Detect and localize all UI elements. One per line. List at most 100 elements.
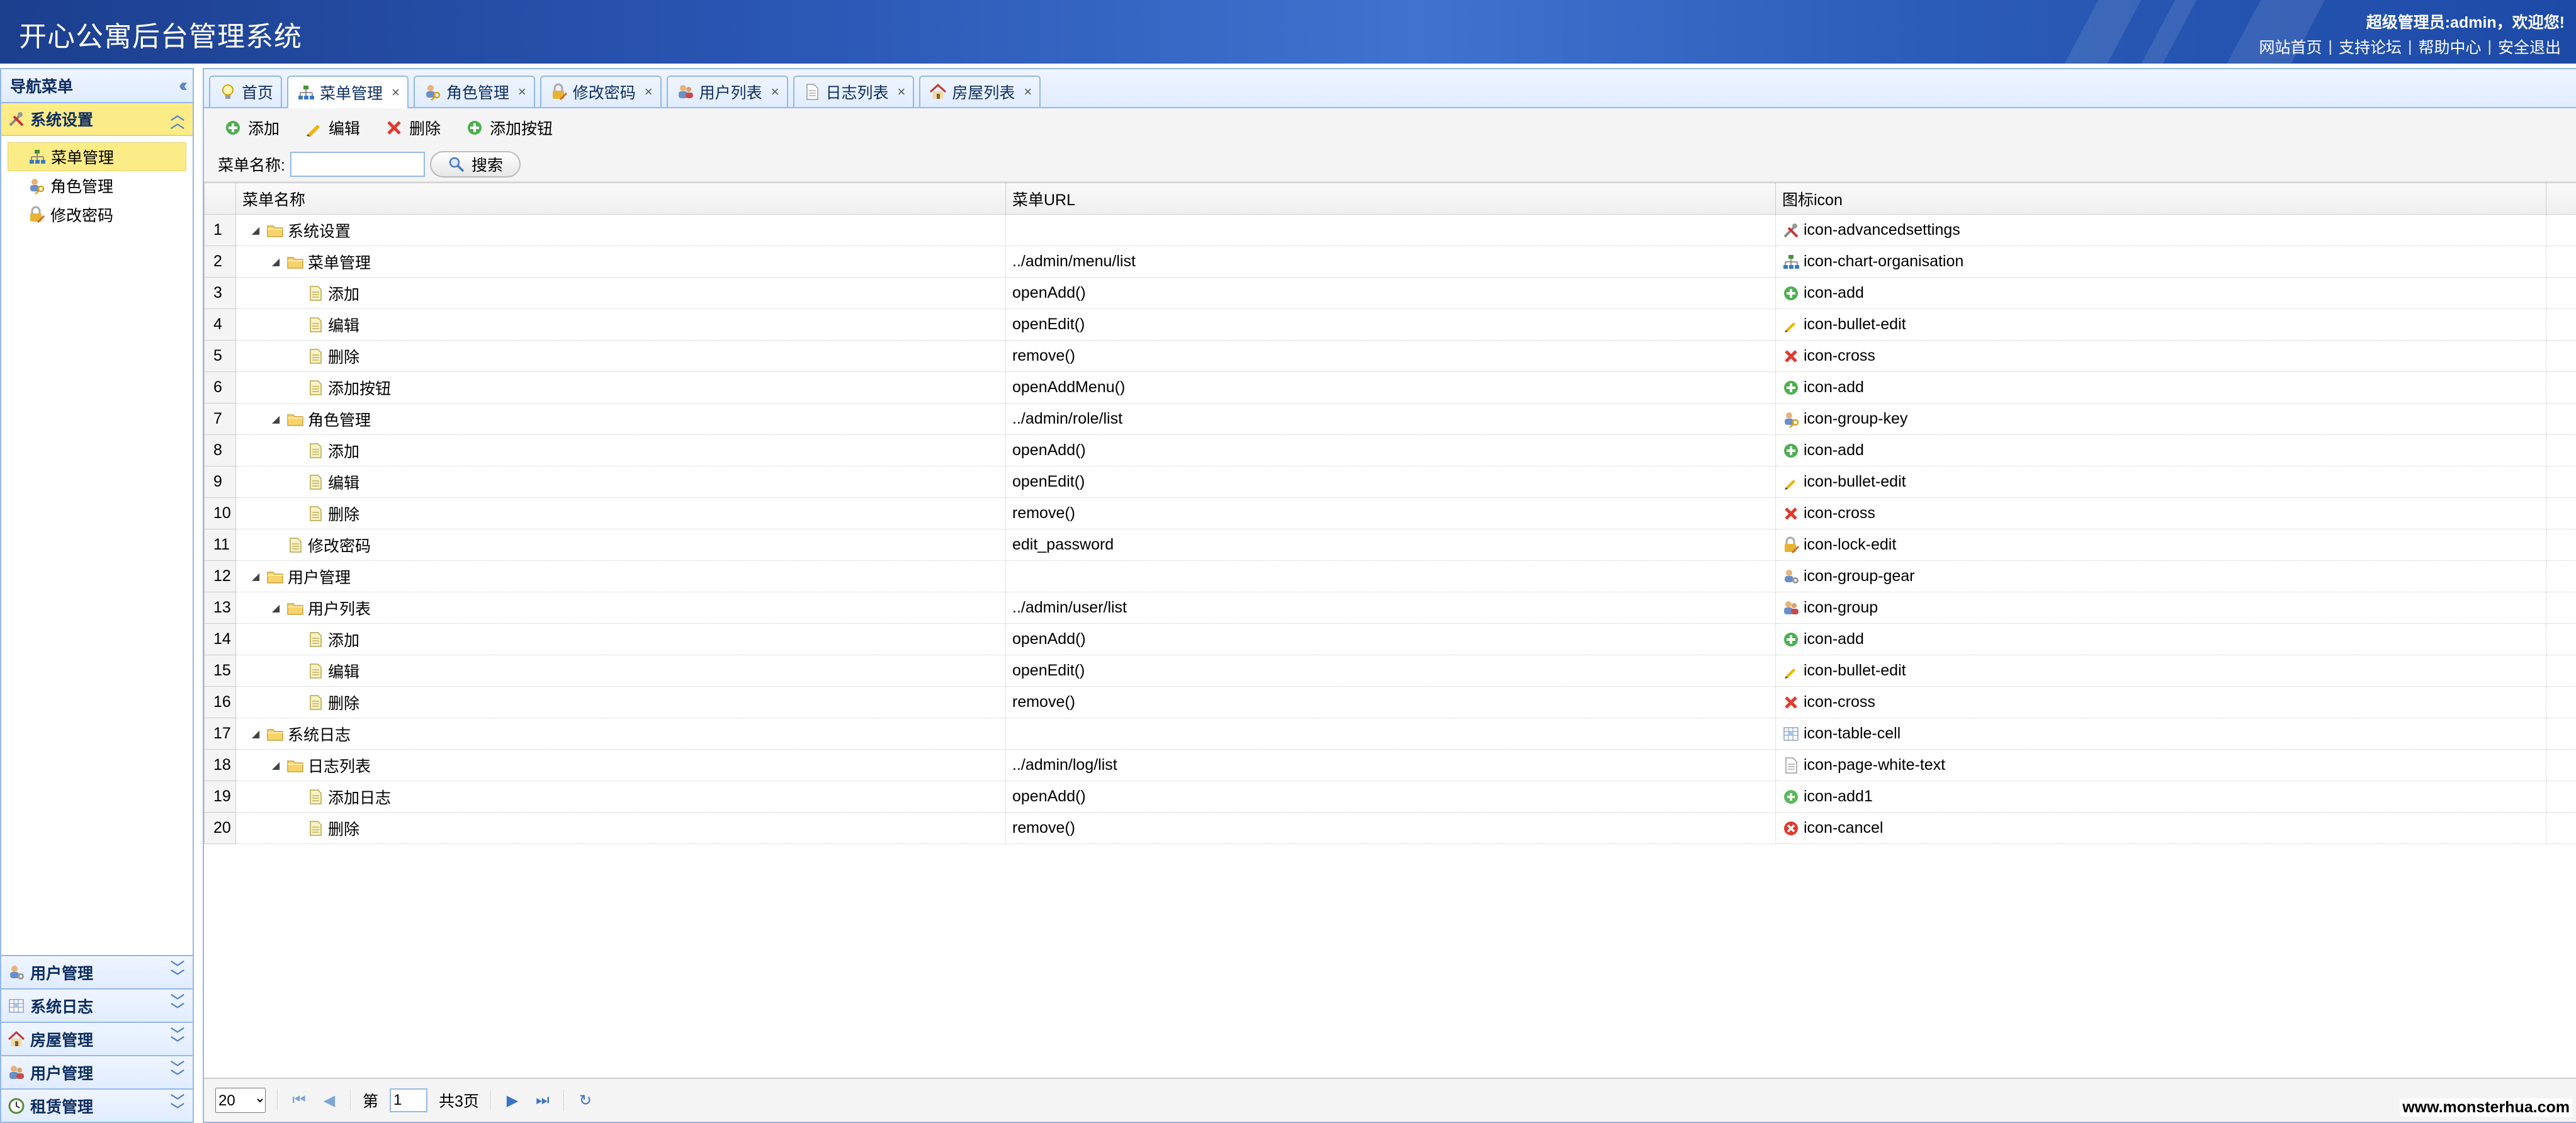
advancedsettings-icon: [1782, 222, 1800, 239]
chevron-up-icon[interactable]: ︿ ︿: [170, 108, 185, 130]
table-row[interactable]: 13 ◢ 用户列表 ../admin/user/list icon-group: [204, 592, 2576, 624]
clock-icon: [8, 1097, 25, 1115]
tab-change-password[interactable]: 修改密码 ×: [539, 76, 662, 107]
table-row[interactable]: 2 ◢ 菜单管理 ../admin/menu/list icon-chart-organ…: [204, 245, 2576, 278]
sidebar-group-system-settings[interactable]: 系统设置 ︿ ︿: [1, 103, 193, 136]
table-row[interactable]: 5 删除 remove() icon-cross: [204, 340, 2576, 372]
sidebar-item-role-management[interactable]: 角色管理: [8, 171, 186, 200]
chevron-down-icon[interactable]: ﹀ ﹀: [170, 1095, 185, 1117]
table-row[interactable]: 9 编辑 openEdit() icon-bullet-edit: [204, 466, 2576, 498]
table-row[interactable]: 6 添加按钮 openAddMenu() icon-add: [204, 371, 2576, 403]
table-row[interactable]: 17 ◢ 系统日志 icon-table-cell: [204, 718, 2576, 750]
refresh-icon[interactable]: ↻: [576, 1092, 595, 1110]
table-row[interactable]: 18 ◢ 日志列表 ../admin/log/list icon-page-white-…: [204, 749, 2576, 781]
column-header-menu-name[interactable]: 菜单名称: [235, 183, 1006, 215]
delete-button[interactable]: 删除: [385, 116, 441, 139]
table-row[interactable]: 12 ◢ 用户管理 icon-group-gear: [204, 560, 2576, 592]
row-number: 11: [204, 529, 236, 561]
tree-expand-icon[interactable]: ◢: [249, 570, 263, 583]
tab-house-list[interactable]: 房屋列表 ×: [919, 76, 1041, 107]
table-row[interactable]: 10 删除 remove() icon-cross: [204, 497, 2576, 529]
link-help-center[interactable]: 帮助中心: [2412, 35, 2487, 58]
row-number: 15: [204, 655, 236, 687]
edit-button[interactable]: 编辑: [305, 116, 360, 139]
last-page-icon[interactable]: ⏭: [533, 1092, 552, 1109]
close-icon[interactable]: ×: [392, 84, 400, 101]
sidebar-group-user-management[interactable]: 用户管理 ﹀ ﹀: [1, 955, 193, 988]
sidebar-group-house-management[interactable]: 房屋管理 ﹀ ﹀: [1, 1022, 193, 1055]
tree-expand-icon[interactable]: ◢: [269, 602, 283, 614]
close-icon[interactable]: ×: [645, 84, 653, 100]
current-page-input[interactable]: [390, 1088, 428, 1112]
cross-icon: [1782, 694, 1800, 711]
link-logout[interactable]: 安全退出: [2492, 35, 2567, 58]
menu-icon-name: icon-advancedsettings: [1804, 221, 1960, 239]
sidebar-item-change-password[interactable]: 修改密码: [8, 200, 186, 229]
table-row[interactable]: 3 添加 openAdd() icon-add: [204, 277, 2576, 309]
tab-home[interactable]: 首页: [209, 76, 283, 107]
chevron-down-icon[interactable]: ﹀ ﹀: [170, 961, 185, 984]
tree-expand-icon[interactable]: ◢: [269, 413, 283, 426]
tab-label: 房屋列表: [952, 84, 1015, 102]
search-label: 菜单名称:: [218, 157, 285, 174]
table-row[interactable]: 11 修改密码 edit_password icon-lock-edit: [204, 529, 2576, 561]
table-row[interactable]: 20 删除 remove() icon-cancel: [204, 812, 2576, 844]
first-page-icon[interactable]: ⏮: [290, 1092, 308, 1109]
add-button[interactable]: 添加: [224, 116, 280, 139]
add-menu-button[interactable]: 添加按钮: [466, 116, 553, 139]
folder-icon: [266, 725, 284, 743]
sidebar-group-system-log[interactable]: 系统日志 ﹀ ﹀: [1, 988, 193, 1022]
delete-button-label: 删除: [409, 120, 441, 138]
close-icon[interactable]: ×: [898, 84, 906, 100]
row-number: 12: [204, 560, 236, 592]
table-row[interactable]: 4 编辑 openEdit() icon-bullet-edit: [204, 308, 2576, 341]
close-icon[interactable]: ×: [1024, 84, 1032, 100]
close-icon[interactable]: ×: [771, 84, 779, 100]
table-row[interactable]: 19 添加日志 openAdd() icon-add1: [204, 781, 2576, 813]
sidebar-item-label: 菜单管理: [51, 149, 115, 167]
table-row[interactable]: 15 编辑 openEdit() icon-bullet-edit: [204, 655, 2576, 687]
menu-name: 编辑: [328, 663, 360, 681]
table-row[interactable]: 7 ◢ 角色管理 ../admin/role/list icon-group-key: [204, 403, 2576, 435]
tab-role-management[interactable]: 角色管理 ×: [413, 76, 535, 107]
table-row[interactable]: 14 添加 openAdd() icon-add: [204, 623, 2576, 655]
menu-icon-name: icon-page-white-text: [1804, 756, 1946, 774]
search-button[interactable]: 搜索: [429, 151, 521, 178]
tree-expand-icon[interactable]: ◢: [249, 728, 263, 740]
lock-edit-icon: [550, 83, 568, 101]
menu-icon-name: icon-add1: [1804, 787, 1873, 805]
menu-name-search-input[interactable]: [290, 152, 425, 177]
link-support-forum[interactable]: 支持论坛: [2332, 35, 2408, 58]
chevron-down-icon[interactable]: ﹀ ﹀: [170, 1028, 185, 1051]
prev-page-icon[interactable]: ◀: [320, 1092, 339, 1110]
table-row[interactable]: 1 ◢ 系统设置 icon-advancedsettings: [204, 214, 2576, 246]
menu-name: 添加: [328, 443, 360, 461]
close-icon[interactable]: ×: [518, 84, 526, 100]
tab-user-list[interactable]: 用户列表 ×: [666, 76, 788, 107]
column-header-icon[interactable]: 图标icon: [1775, 183, 2546, 215]
tab-menu-management[interactable]: 菜单管理 ×: [287, 76, 409, 108]
menu-name-cell: 添加: [235, 434, 1006, 466]
chevron-down-icon[interactable]: ﹀ ﹀: [170, 1061, 185, 1084]
menu-url-cell: ../admin/role/list: [1005, 403, 1776, 435]
sidebar-item-menu-management[interactable]: 菜单管理: [8, 142, 186, 171]
table-row[interactable]: 16 删除 remove() icon-cross: [204, 686, 2576, 718]
table-row[interactable]: 8 添加 openAdd() icon-add: [204, 434, 2576, 466]
main-panel: 首页 菜单管理 × 角色管理 × 修改密码 × 用户列表 × 日志列表 × 房屋…: [203, 68, 2576, 1123]
link-site-home[interactable]: 网站首页: [2252, 35, 2328, 58]
next-page-icon[interactable]: ▶: [503, 1092, 522, 1110]
tree-expand-icon[interactable]: ◢: [269, 256, 283, 268]
menu-url-cell: openAdd(): [1005, 277, 1776, 309]
collapse-left-icon[interactable]: ‹‹: [179, 75, 188, 96]
sidebar-group-rental-management[interactable]: 租赁管理 ﹀ ﹀: [1, 1088, 193, 1122]
sidebar-group-user-management-2[interactable]: 用户管理 ﹀ ﹀: [1, 1055, 193, 1088]
tab-log-list[interactable]: 日志列表 ×: [793, 76, 915, 107]
column-header-menu-url[interactable]: 菜单URL: [1005, 183, 1776, 215]
chevron-down-icon[interactable]: ﹀ ﹀: [170, 995, 185, 1017]
tree-expand-icon[interactable]: ◢: [249, 224, 263, 237]
file-icon: [307, 788, 324, 806]
page-size-select[interactable]: 20: [215, 1088, 266, 1113]
tree-expand-icon[interactable]: ◢: [269, 759, 283, 772]
group-key-icon: [1782, 410, 1800, 428]
pagination-bar: 20 ⏮ ◀ 第 共3页 ▶ ⏭ ↻: [204, 1078, 2576, 1122]
